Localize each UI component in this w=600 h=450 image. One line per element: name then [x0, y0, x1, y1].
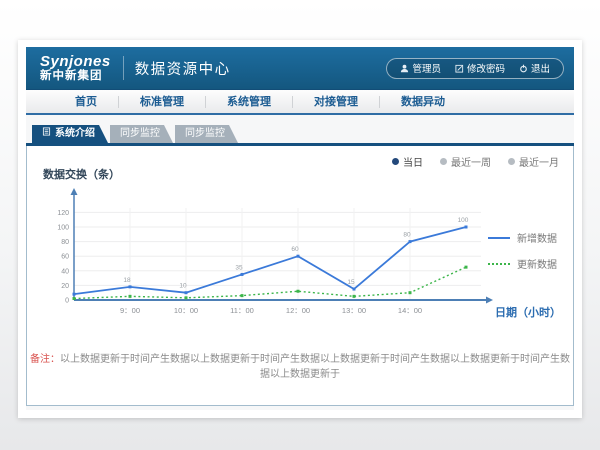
x-axis-title: 日期（小时） — [495, 304, 561, 320]
tab-system-intro[interactable]: 系统介绍 — [32, 125, 108, 143]
chart-text: 80 — [403, 232, 411, 239]
app-window: Synjones 新中新集团 数据资源中心 管理员 修改密码 — [18, 40, 582, 418]
power-icon — [519, 64, 528, 73]
footnote-label: 备注： — [30, 354, 60, 365]
user-menu-button[interactable]: 管理员 — [393, 61, 448, 75]
change-password-label: 修改密码 — [467, 61, 505, 75]
logo-title: Synjones — [40, 54, 111, 70]
logo-subtitle: 新中新集团 — [40, 70, 111, 82]
chart-text: 12：00 — [286, 306, 310, 315]
tab-label: 同步监控 — [120, 125, 160, 143]
chart-text: 14：00 — [398, 306, 422, 315]
range-option-last-week[interactable]: 最近一周 — [440, 154, 491, 169]
chart-rect — [241, 273, 244, 276]
person-icon — [400, 64, 409, 73]
range-option-last-month[interactable]: 最近一月 — [508, 154, 559, 169]
chart-text: 10：00 — [174, 306, 198, 315]
footnote-text: 以上数据更新于时间产生数据以上数据更新于时间产生数据以上数据更新于时间产生数据以… — [60, 354, 570, 380]
logout-button[interactable]: 退出 — [512, 61, 557, 75]
chart-text: 40 — [61, 268, 69, 275]
legend-label: 新增数据 — [517, 230, 557, 245]
chart-rect — [129, 285, 132, 288]
chart-rect — [297, 255, 300, 258]
solid-line-swatch-icon — [488, 237, 510, 239]
chart-text: 120 — [57, 210, 69, 217]
chart-rect — [353, 295, 356, 298]
legend-update-data: 更新数据 — [488, 256, 557, 271]
nav-item-home[interactable]: 首页 — [54, 96, 119, 108]
user-toolbar: 管理员 修改密码 退出 — [386, 58, 564, 79]
dotted-line-swatch-icon — [488, 263, 510, 265]
page-title: 数据资源中心 — [135, 58, 231, 79]
logo: Synjones 新中新集团 — [26, 54, 111, 82]
chart-text: 60 — [61, 254, 69, 261]
range-option-label: 最近一周 — [451, 154, 491, 169]
nav-item-data-change[interactable]: 数据异动 — [380, 96, 466, 108]
chart-text: 60 — [291, 246, 299, 253]
chart-text: 35 — [235, 264, 243, 271]
tab-sync-monitor-1[interactable]: 同步监控 — [110, 125, 173, 143]
tab-label: 同步监控 — [185, 125, 225, 143]
range-option-label: 当日 — [403, 154, 423, 169]
chart-text: 15 — [347, 279, 355, 286]
nav-item-system-mgmt[interactable]: 系统管理 — [206, 96, 293, 108]
y-axis-title: 数据交换（条） — [43, 166, 120, 182]
content-area: 系统介绍 同步监控 同步监控 当日 最近一周 — [26, 115, 574, 410]
tab-bar: 系统介绍 同步监控 同步监控 — [32, 125, 574, 143]
chart-text: 18 — [123, 277, 131, 284]
chart-rect — [73, 297, 76, 300]
chart-text: 100 — [458, 217, 469, 224]
chart-rect — [185, 291, 188, 294]
radio-icon — [508, 158, 515, 165]
chart-text: 10 — [179, 283, 187, 290]
logout-label: 退出 — [531, 61, 550, 75]
chart-text: 11：00 — [230, 306, 254, 315]
chart-rect — [409, 240, 412, 243]
legend-label: 更新数据 — [517, 256, 557, 271]
chart-text: 80 — [61, 239, 69, 246]
radio-icon — [440, 158, 447, 165]
line-chart: 0 20 40 60 80 100 120 9：00 10：00 11：00 12：00 13：00 1… — [39, 182, 499, 332]
chart-text: 100 — [57, 225, 69, 232]
header: Synjones 新中新集团 数据资源中心 管理员 修改密码 — [26, 47, 574, 90]
document-icon — [42, 125, 51, 143]
change-password-button[interactable]: 修改密码 — [448, 61, 512, 75]
chart-text: 0 — [65, 298, 69, 305]
range-option-today[interactable]: 当日 — [392, 154, 423, 169]
time-range-selector: 当日 最近一周 最近一月 — [392, 154, 559, 169]
chart-panel: 当日 最近一周 最近一月 数据交换（条） 0 20 40 60 80 100 120 9：00… — [26, 146, 574, 406]
chart-text: 13：00 — [342, 306, 366, 315]
chart-rect — [185, 296, 188, 299]
user-label: 管理员 — [412, 61, 441, 75]
range-option-label: 最近一月 — [519, 154, 559, 169]
main-nav: 首页 标准管理 系统管理 对接管理 数据异动 — [26, 90, 574, 115]
chart-text: 20 — [61, 283, 69, 290]
chart-legend: 新增数据 更新数据 — [488, 230, 557, 282]
chart-rect — [353, 288, 356, 291]
chart-rect — [241, 294, 244, 297]
edit-icon — [455, 64, 464, 73]
chart-rect — [129, 295, 132, 298]
chart-rect — [73, 293, 76, 296]
chart-polygon — [486, 297, 493, 304]
radio-icon — [392, 158, 399, 165]
nav-item-standard-mgmt[interactable]: 标准管理 — [119, 96, 206, 108]
chart-rect — [465, 266, 468, 269]
chart-rect — [297, 290, 300, 293]
chart-rect — [409, 291, 412, 294]
legend-new-data: 新增数据 — [488, 230, 557, 245]
chart-polyline — [74, 267, 466, 298]
chart-rect — [465, 226, 468, 229]
header-divider — [123, 56, 124, 80]
tab-label: 系统介绍 — [55, 125, 95, 143]
footnote: 备注：以上数据更新于时间产生数据以上数据更新于时间产生数据以上数据更新于时间产生… — [27, 350, 573, 380]
nav-item-integration-mgmt[interactable]: 对接管理 — [293, 96, 380, 108]
chart-polygon — [71, 188, 78, 195]
chart-text: 9：00 — [120, 306, 140, 315]
tab-sync-monitor-2[interactable]: 同步监控 — [175, 125, 238, 143]
